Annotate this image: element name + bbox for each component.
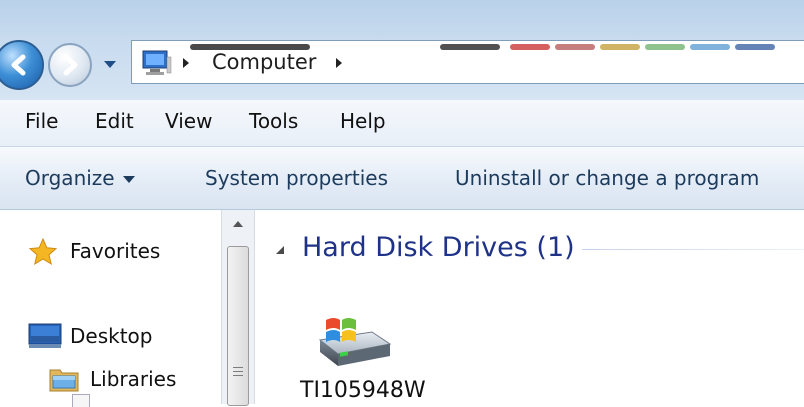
breadcrumb-separator-icon[interactable] [181,57,191,69]
navigation-pane: Favorites Desktop Libraries [0,210,220,404]
uninstall-program-button[interactable]: Uninstall or change a program [455,166,759,190]
windows-drive-icon [318,318,392,366]
menu-help[interactable]: Help [340,109,386,133]
navigation-scrollbar[interactable] [221,210,255,406]
scroll-thumb[interactable] [227,246,249,406]
forward-button[interactable] [48,43,92,87]
star-icon [28,237,58,266]
taskbar-preview-strip [150,44,804,54]
desktop-icon [28,323,62,348]
grip-line [233,371,243,372]
recent-pages-dropdown-icon[interactable] [103,57,117,71]
system-properties-button[interactable]: System properties [205,166,388,190]
organize-label: Organize [25,166,115,190]
menu-file[interactable]: File [25,109,58,133]
chevron-down-icon [122,176,135,183]
grip-line [233,367,243,368]
back-arrow-icon [11,54,26,76]
group-divider [582,249,804,250]
collapse-triangle-icon[interactable] [274,244,286,256]
organize-button[interactable]: Organize [25,166,135,190]
libraries-icon [49,369,79,392]
nav-label-desktop: Desktop [70,324,153,348]
back-button[interactable] [0,40,44,90]
breadcrumb-separator-icon[interactable] [334,57,344,69]
menu-bar: File Edit View Tools Help [0,100,804,147]
group-header-hard-disk-drives[interactable]: Hard Disk Drives (1) [274,232,804,266]
group-title: Hard Disk Drives (1) [302,232,575,263]
nav-label-favorites: Favorites [70,239,161,263]
forward-arrow-icon [63,54,78,76]
drive-label: TI105948W [300,378,426,403]
grip-line [233,375,243,376]
drive-item[interactable]: TI105948W [300,310,440,404]
command-bar: Organize System properties Uninstall or … [0,147,804,210]
menu-edit[interactable]: Edit [95,109,134,133]
window-titlebar: Computer [0,0,804,100]
menu-tools[interactable]: Tools [249,109,298,133]
menu-view[interactable]: View [165,109,212,133]
tree-expander-icon[interactable] [72,394,90,407]
content-pane: Hard Disk Drives (1) TI105948W [256,210,804,404]
nav-label-libraries: Libraries [90,367,177,391]
scroll-up-arrow-icon[interactable] [222,210,254,238]
